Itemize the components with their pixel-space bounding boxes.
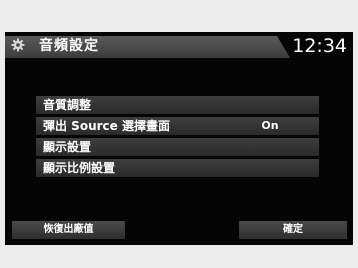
header: 音頻設定 12:34 xyxy=(5,32,353,62)
menu-item-aspect-ratio[interactable]: 顯示比例設置 xyxy=(36,159,319,177)
screen: 音頻設定 12:34 音質調整 彈出 Source 選擇畫面 On 顯示設置 顯… xyxy=(5,32,353,245)
menu-item-label: 音質調整 xyxy=(43,98,92,112)
menu-item-label: 彈出 Source 選擇畫面 xyxy=(43,119,170,133)
gear-icon xyxy=(11,38,25,52)
clock: 12:34 xyxy=(292,35,347,57)
menu-item-source-popup[interactable]: 彈出 Source 選擇畫面 On xyxy=(36,117,319,135)
page-title: 音頻設定 xyxy=(39,38,99,54)
reset-defaults-button[interactable]: 恢復出廠值 xyxy=(12,221,125,239)
menu-item-sound-quality[interactable]: 音質調整 xyxy=(36,96,319,114)
menu-item-label: 顯示比例設置 xyxy=(43,161,116,175)
ok-button[interactable]: 確定 xyxy=(239,221,347,239)
menu-item-value: On xyxy=(261,119,279,132)
menu-item-label: 顯示設置 xyxy=(43,140,92,154)
menu-item-display-settings[interactable]: 顯示設置 xyxy=(36,138,319,156)
display-frame: 音頻設定 12:34 音質調整 彈出 Source 選擇畫面 On 顯示設置 顯… xyxy=(0,0,358,268)
settings-menu: 音質調整 彈出 Source 選擇畫面 On 顯示設置 顯示比例設置 xyxy=(36,96,319,180)
